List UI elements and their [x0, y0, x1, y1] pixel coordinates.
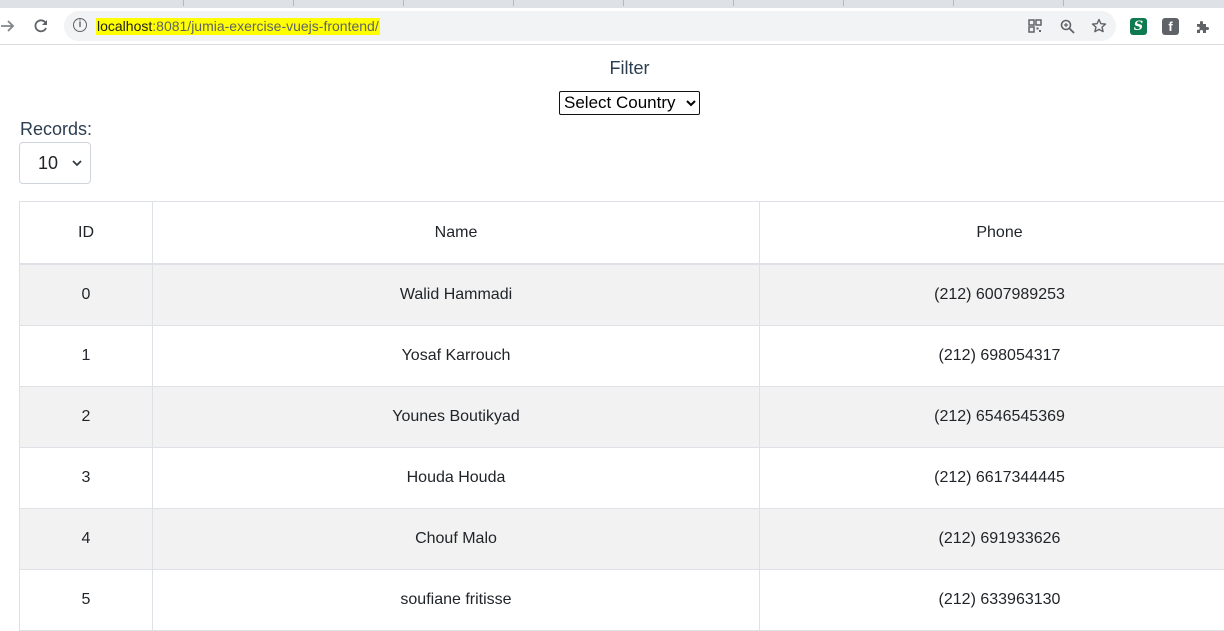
puzzle-icon[interactable]	[1194, 18, 1211, 35]
filter-label: Filter	[0, 58, 1224, 78]
table-header-row: ID Name Phone	[20, 202, 1224, 265]
cell-id: 4	[20, 509, 153, 570]
cell-id: 0	[20, 264, 153, 326]
address-bar[interactable]: i localhost:8081/jumia-exercise-vuejs-fr…	[64, 11, 1116, 41]
url-text[interactable]: localhost:8081/jumia-exercise-vuejs-fron…	[96, 18, 380, 35]
column-header-phone: Phone	[760, 202, 1224, 265]
arrow-right-icon[interactable]	[0, 12, 22, 40]
cell-name: Chouf Malo	[153, 509, 760, 570]
browser-toolbar: i localhost:8081/jumia-exercise-vuejs-fr…	[0, 8, 1224, 45]
url-path: :8081/jumia-exercise-vuejs-frontend/	[152, 18, 378, 34]
column-header-id: ID	[20, 202, 153, 265]
table-row: 0 Walid Hammadi (212) 6007989253	[20, 264, 1224, 326]
cell-phone: (212) 698054317	[760, 326, 1224, 387]
cell-phone: (212) 6617344445	[760, 448, 1224, 509]
cell-name: Houda Houda	[153, 448, 760, 509]
cell-name: Yosaf Karrouch	[153, 326, 760, 387]
records-label: Records:	[20, 119, 92, 139]
tab-separator	[623, 0, 624, 6]
cell-name: Walid Hammadi	[153, 264, 760, 326]
cell-id: 5	[20, 570, 153, 631]
table-row: 4 Chouf Malo (212) 691933626	[20, 509, 1224, 570]
cell-phone: (212) 633963130	[760, 570, 1224, 631]
chevron-down-icon	[686, 92, 696, 114]
table-row: 2 Younes Boutikyad (212) 6546545369	[20, 387, 1224, 448]
cell-phone: (212) 6546545369	[760, 387, 1224, 448]
info-icon[interactable]: i	[73, 18, 87, 32]
tab-separator	[953, 0, 954, 6]
country-select[interactable]: Select Country	[559, 91, 700, 115]
table-row: 5 soufiane fritisse (212) 633963130	[20, 570, 1224, 631]
url-host: localhost	[97, 18, 152, 34]
tab-separator	[1063, 0, 1064, 6]
cell-phone: (212) 691933626	[760, 509, 1224, 570]
table-row: 1 Yosaf Karrouch (212) 698054317	[20, 326, 1224, 387]
tab-separator	[733, 0, 734, 6]
customers-table: ID Name Phone 0 Walid Hammadi (212) 6007…	[19, 201, 1224, 631]
facebook-extension-icon[interactable]: f	[1162, 18, 1179, 35]
tab-strip	[0, 0, 1224, 8]
reload-icon[interactable]	[27, 12, 55, 40]
zoom-icon[interactable]	[1058, 17, 1076, 35]
tab-separator	[183, 0, 184, 6]
records-per-page-select[interactable]: 10	[19, 142, 91, 184]
table-row: 3 Houda Houda (212) 6617344445	[20, 448, 1224, 509]
s-extension-icon[interactable]: S	[1130, 18, 1147, 35]
country-select-value: Select Country	[564, 93, 676, 112]
cell-name: soufiane fritisse	[153, 570, 760, 631]
column-header-name: Name	[153, 202, 760, 265]
cell-name: Younes Boutikyad	[153, 387, 760, 448]
qr-code-icon[interactable]	[1026, 17, 1044, 35]
cell-phone: (212) 6007989253	[760, 264, 1224, 326]
tab-separator	[843, 0, 844, 6]
records-select-value: 10	[38, 153, 58, 174]
customers-table-container: ID Name Phone 0 Walid Hammadi (212) 6007…	[19, 201, 1224, 631]
tab-separator	[513, 0, 514, 6]
cell-id: 1	[20, 326, 153, 387]
star-icon[interactable]	[1090, 17, 1108, 35]
cell-id: 2	[20, 387, 153, 448]
chevron-down-icon	[72, 153, 82, 174]
tab-separator	[403, 0, 404, 6]
tab-separator	[293, 0, 294, 6]
cell-id: 3	[20, 448, 153, 509]
